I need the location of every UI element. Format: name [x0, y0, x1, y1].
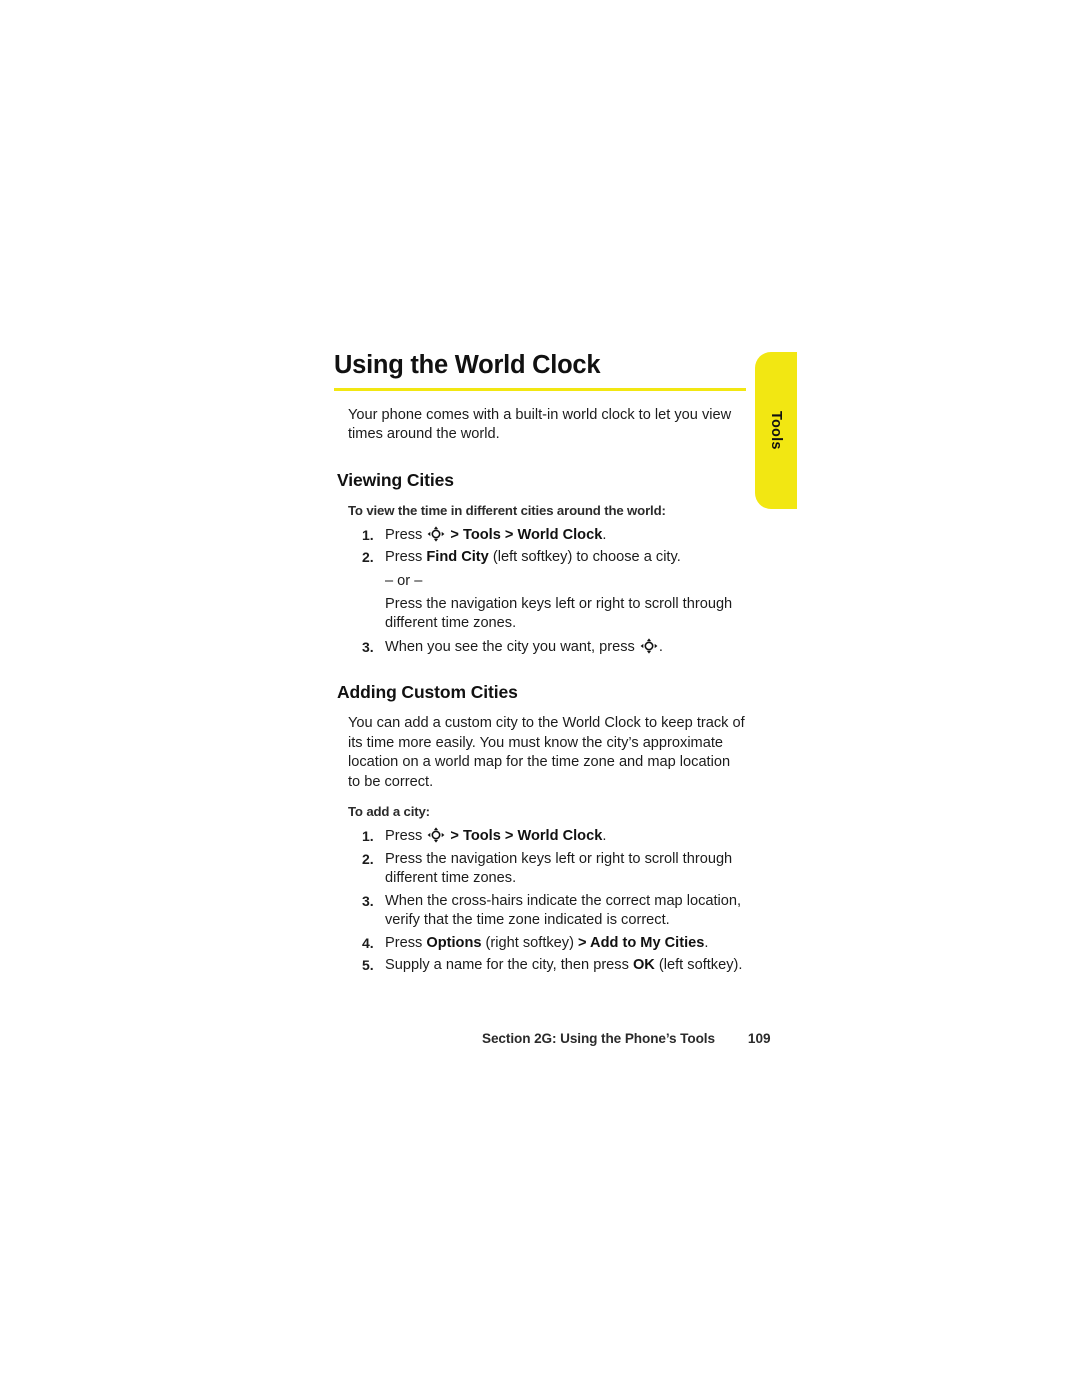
- step-number: 1.: [362, 526, 374, 543]
- step-text: Supply a name for the city, then press O…: [385, 956, 743, 973]
- emphasis-text: Find City: [426, 549, 489, 566]
- footer-page-number: 109: [747, 1031, 771, 1046]
- list-item: 2. Press the navigation keys left or rig…: [334, 850, 746, 889]
- step-number: 4.: [362, 934, 374, 951]
- step-text: When the cross-hairs indicate the correc…: [385, 892, 742, 929]
- lead-in-viewing-cities: To view the time in different cities aro…: [348, 502, 666, 518]
- page-title: Using the World Clock: [334, 351, 601, 379]
- step-text: Press Find City (left softkey) to choose…: [385, 549, 681, 566]
- step-text: Press > Tools > World Clock.: [385, 827, 607, 845]
- list-item: 3. When the cross-hairs indicate the cor…: [334, 892, 746, 931]
- side-tab-label: Tools: [768, 411, 784, 450]
- step-alternative-text: Press the navigation keys left or right …: [385, 596, 733, 632]
- emphasis-text: OK: [632, 956, 655, 973]
- navigation-key-icon: [427, 827, 445, 844]
- step-number: 3.: [362, 892, 374, 909]
- steps-list-adding-custom-cities: 1. Press > Tools > World Clock. 2. Press…: [334, 827, 746, 975]
- step-text: Press Options (right softkey) > Add to M…: [385, 934, 709, 951]
- list-item: 3. When you see the city you want, press…: [334, 638, 746, 657]
- list-item: 5. Supply a name for the city, then pres…: [334, 956, 746, 975]
- page-footer: Section 2G: Using the Phone’s Tools 109: [482, 1031, 782, 1046]
- list-item: 1. Press > Tools > World Clock.: [334, 827, 746, 846]
- section-heading-viewing-cities: Viewing Cities: [337, 469, 454, 490]
- emphasis-text: > Tools > World Clock: [446, 526, 603, 543]
- intro-paragraph: Your phone comes with a built-in world c…: [348, 406, 732, 443]
- page-content: Using the World Clock Your phone comes w…: [334, 352, 746, 978]
- navigation-key-icon: [427, 526, 445, 542]
- body-paragraph-adding-custom-cities: You can add a custom city to the World C…: [348, 715, 745, 790]
- step-number: 2.: [362, 850, 374, 867]
- title-underline-rule: [334, 387, 746, 391]
- step-alternative-separator: – or –: [385, 572, 423, 589]
- step-text: When you see the city you want, press .: [385, 638, 663, 655]
- lead-in-adding-custom-cities: To add a city:: [348, 804, 430, 820]
- step-number: 1.: [362, 828, 374, 845]
- list-item: 4. Press Options (right softkey) > Add t…: [334, 934, 746, 953]
- emphasis-text: > Add to My Cities: [578, 934, 705, 951]
- emphasis-text: > Tools > World Clock: [446, 828, 603, 845]
- step-text: Press the navigation keys left or right …: [385, 850, 733, 887]
- list-item: 1. Press > Tools > World Clock.: [334, 526, 746, 545]
- footer-section-label: Section 2G: Using the Phone’s Tools: [482, 1031, 715, 1046]
- navigation-key-icon: [640, 638, 658, 654]
- steps-list-viewing-cities: 1. Press > Tools > World Clock. 2. Press…: [334, 526, 746, 657]
- step-text: Press > Tools > World Clock.: [385, 526, 607, 543]
- step-number: 3.: [362, 638, 374, 655]
- step-number: 2.: [362, 549, 374, 566]
- document-page: Tools Using the World Clock Your phone c…: [0, 0, 1080, 1397]
- emphasis-text: Options: [426, 934, 482, 951]
- section-heading-adding-custom-cities: Adding Custom Cities: [337, 682, 518, 703]
- list-item: 2. Press Find City (left softkey) to cho…: [334, 548, 746, 634]
- step-number: 5.: [362, 956, 374, 973]
- side-tab-tools: Tools: [755, 352, 797, 509]
